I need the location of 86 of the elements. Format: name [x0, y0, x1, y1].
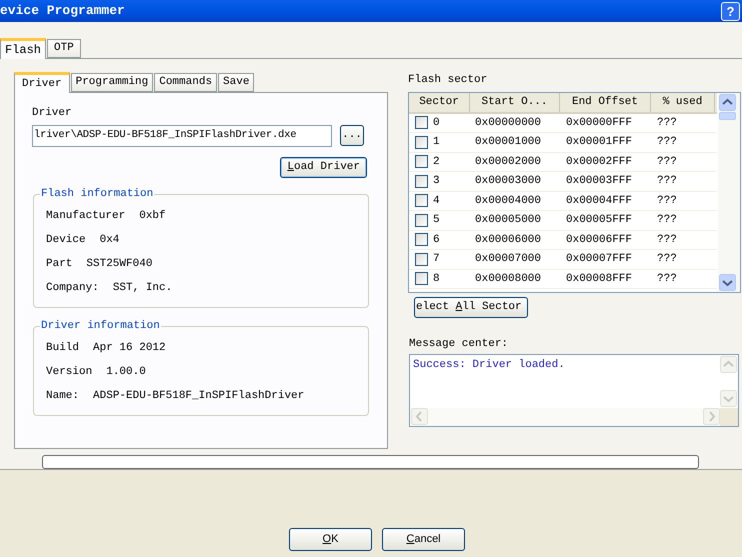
table-cell-text: 0x00001000 — [474, 135, 542, 150]
tab[interactable]: Commands — [154, 73, 218, 92]
table-cell-text: 0x00002FFF — [565, 154, 634, 170]
table-cell-text: 8 — [433, 272, 440, 286]
info-value: 1.00.0 — [106, 365, 146, 380]
table-cell-text: 0x00007FFF — [565, 252, 634, 267]
info-label: Build — [46, 341, 80, 356]
column-header[interactable]: % used — [651, 92, 715, 112]
checkbox[interactable] — [415, 214, 428, 227]
section-label: Message center: — [409, 336, 510, 352]
info-value: SST, Inc. — [112, 281, 172, 296]
tab[interactable]: Driver — [14, 72, 70, 93]
vertical-scrollbar[interactable] — [718, 92, 740, 292]
table-cell-text: 5 — [433, 213, 440, 228]
info-label: Company: — [46, 281, 100, 296]
table-cell-text: ??? — [656, 154, 678, 170]
section-label: Flash sector — [408, 73, 488, 88]
info-value: SST25WF040 — [86, 257, 152, 272]
table-cell-text: ??? — [656, 174, 678, 189]
load-driver-button[interactable]: Load Driver — [280, 156, 367, 178]
table-cell-text: 0x00007000 — [474, 252, 542, 267]
table-cell-text: 4 — [433, 194, 440, 208]
table-cell-text: 1 — [433, 135, 440, 150]
select-all-sector-button[interactable]: elect All Sector — [414, 296, 528, 318]
help-button[interactable]: ? — [721, 2, 740, 20]
table-cell-text: ??? — [656, 272, 678, 286]
table-cell-text: 0x00005000 — [474, 213, 542, 228]
scroll-up-icon[interactable] — [719, 94, 736, 110]
tab[interactable]: Programming — [70, 73, 154, 92]
info-value: 0x4 — [100, 233, 120, 248]
info-value: ADSP-EDU-BF518F_InSPIFlashDriver — [93, 389, 304, 404]
info-label: Part — [46, 257, 74, 272]
table-cell-text: 0 — [433, 116, 440, 130]
checkbox[interactable] — [415, 233, 428, 246]
table-cell-text: 0x00003FFF — [565, 174, 634, 189]
table-cell-text: ??? — [656, 135, 678, 150]
table-cell-text: 0x00006FFF — [565, 232, 634, 248]
table-cell-text: 0x00004000 — [474, 194, 542, 208]
checkbox[interactable] — [415, 155, 428, 168]
table-cell-text: 0x00000FFF — [565, 116, 634, 130]
window-title: evice Programmer — [0, 2, 125, 20]
info-label: Manufacturer — [46, 209, 126, 224]
table-cell-text: ??? — [656, 194, 678, 208]
browse-button[interactable]: ... — [340, 125, 364, 146]
dialog-button[interactable]: OK — [289, 528, 372, 551]
tab[interactable]: Save — [218, 73, 254, 92]
column-header[interactable]: Sector — [409, 92, 470, 112]
message-text: Success: Driver loaded. — [412, 358, 566, 373]
table-cell-text: 0x00001FFF — [565, 135, 634, 150]
tab[interactable]: OTP — [47, 39, 81, 58]
column-header[interactable]: Start O... — [470, 92, 560, 112]
scrollbar-corner — [720, 408, 738, 426]
table-cell-text: 0x00008000 — [474, 272, 542, 286]
driver-path-field[interactable]: lriver\ADSP-EDU-BF518F_InSPIFlashDriver.dxe — [32, 124, 332, 146]
tab[interactable]: Flash — [0, 38, 46, 59]
checkbox[interactable] — [415, 272, 428, 286]
table-cell-text: 0x00000000 — [474, 116, 542, 130]
info-label: Name: — [46, 389, 80, 404]
info-value: 0xbf — [139, 209, 166, 224]
dialog-button[interactable]: Cancel — [382, 528, 465, 551]
field-label: Driver — [32, 106, 73, 121]
table-cell-text: 2 — [433, 154, 440, 170]
table-cell-text: 7 — [433, 252, 440, 267]
checkbox[interactable] — [415, 252, 428, 266]
checkbox[interactable] — [415, 116, 428, 130]
table-cell-text: ??? — [656, 232, 678, 248]
table-cell-text: 0x00004FFF — [565, 194, 634, 208]
table-cell-text: ??? — [656, 116, 678, 130]
scroll-thumb[interactable] — [719, 112, 736, 120]
table-cell-text: 6 — [433, 232, 440, 248]
table-cell-text: 3 — [433, 174, 440, 189]
scroll-down-icon[interactable] — [719, 274, 736, 290]
table-cell-text: ??? — [656, 213, 678, 228]
info-value: Apr 16 2012 — [93, 341, 166, 356]
table-cell-text: 0x00006000 — [474, 232, 542, 248]
checkbox[interactable] — [415, 136, 428, 149]
column-header[interactable]: End Offset — [560, 92, 651, 112]
table-cell-text: 0x00005FFF — [565, 213, 634, 228]
checkbox[interactable] — [415, 174, 428, 188]
info-label: Device — [46, 233, 87, 248]
table-cell-text: 0x00003000 — [474, 174, 542, 189]
table-cell-text: 0x00002000 — [474, 154, 542, 170]
table-cell-text: ??? — [656, 252, 678, 267]
table-cell-text: 0x00008FFF — [565, 272, 634, 286]
checkbox[interactable] — [415, 194, 428, 208]
info-label: Version — [46, 365, 94, 380]
